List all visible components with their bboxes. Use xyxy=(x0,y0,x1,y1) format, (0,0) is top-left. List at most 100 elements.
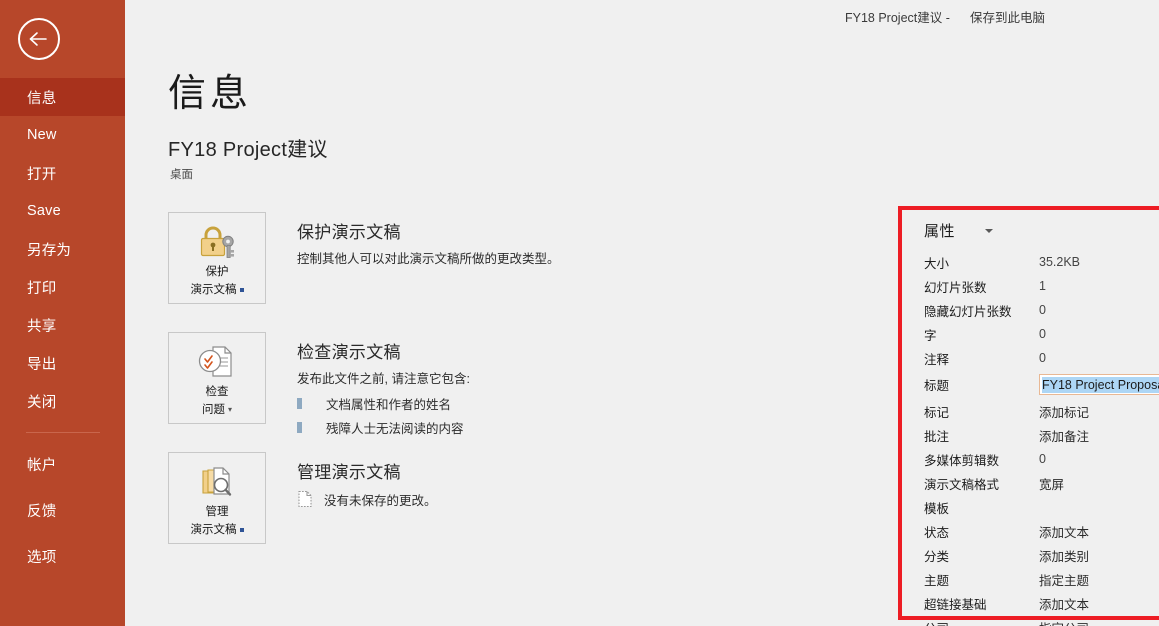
sidebar-item-share[interactable]: 共享 xyxy=(0,306,125,344)
protect-heading: 保护演示文稿 xyxy=(297,223,401,242)
sidebar-item-new[interactable]: New xyxy=(0,116,125,154)
property-row-categories: 分类 添加类别 xyxy=(924,543,1159,567)
sidebar-item-label: Save xyxy=(27,203,61,219)
inspect-button-label-line2: 问题 xyxy=(201,404,225,416)
property-row-company: 公司 指定公司 xyxy=(924,615,1159,626)
sidebar-item-label: 打印 xyxy=(27,280,57,297)
property-value-editable[interactable]: 添加文本 xyxy=(1039,594,1089,613)
property-value: 0 xyxy=(1039,327,1046,341)
property-row-notes: 注释 0 xyxy=(924,346,1159,370)
powerpoint-backstage-view: 信息 New 打开 Save 另存为 打印 共享 导出 关闭 帐户 反馈 选项 … xyxy=(0,0,1159,626)
property-value-editable[interactable]: 添加文本 xyxy=(1039,522,1089,541)
sidebar-item-label: 另存为 xyxy=(27,242,72,259)
property-label: 多媒体剪辑数 xyxy=(924,453,1000,468)
inspect-button-label-line2-row: 问题 ▾ xyxy=(202,402,232,418)
property-value-editable[interactable]: 指定主题 xyxy=(1039,570,1089,589)
sidebar-item-export[interactable]: 导出 xyxy=(0,344,125,382)
property-value-editable[interactable]: 添加标记 xyxy=(1039,402,1089,421)
dropdown-dot-icon[interactable] xyxy=(239,288,244,292)
manage-button-label-line2-row: 演示文稿 xyxy=(191,522,244,538)
property-row-words: 字 0 xyxy=(924,322,1159,346)
sidebar-item-label: 帐户 xyxy=(27,457,57,474)
topbar-save-location: 保存到此电脑 xyxy=(970,11,1046,25)
square-bullet-icon xyxy=(297,398,302,409)
protect-section-text: 保护演示文稿 控制其他人可以对此演示文稿所做的更改类型。 xyxy=(297,212,560,304)
manage-heading: 管理演示文稿 xyxy=(297,463,401,482)
page-title: 信息 xyxy=(168,73,253,115)
chevron-down-icon[interactable] xyxy=(985,228,994,233)
property-row-size: 大小 35.2KB xyxy=(924,250,1159,274)
properties-title: 属性 xyxy=(924,223,956,240)
protect-presentation-button[interactable]: 保护 演示文稿 xyxy=(168,212,266,304)
property-value: 0 xyxy=(1039,351,1046,365)
property-row-multimedia-clips: 多媒体剪辑数 0 xyxy=(924,447,1159,471)
property-value: 宽屏 xyxy=(1039,477,1065,492)
back-button[interactable] xyxy=(18,18,60,60)
protect-presentation-section: 保护 演示文稿 保护演示文稿 控制其他人可以对此演示文稿所做的更改类型。 xyxy=(168,212,560,304)
property-row-subject: 主题 指定主题 xyxy=(924,567,1159,591)
property-label: 幻灯片张数 xyxy=(924,280,987,295)
topbar-document-name: FY18 Project建议 - xyxy=(845,11,950,25)
properties-list: 属性 大小 35.2KB 幻灯片张数 1 隐藏幻灯片张数 0 字 0 注释 0 … xyxy=(902,210,1159,626)
inspect-description: 发布此文件之前, 请注意它包含: xyxy=(297,372,470,386)
property-value-editable[interactable]: 指定公司 xyxy=(1039,618,1089,626)
lock-and-key-icon xyxy=(195,222,239,262)
property-label: 主题 xyxy=(924,573,950,588)
chevron-down-icon[interactable]: ▾ xyxy=(228,406,232,414)
inspect-presentation-section: 检查 问题 ▾ 检查演示文稿 发布此文件之前, 请注意它包含: 文档属性和作者的… xyxy=(168,332,470,437)
sidebar-item-close[interactable]: 关闭 xyxy=(0,382,125,420)
document-path: 桌面 xyxy=(170,169,193,181)
property-row-status: 状态 添加文本 xyxy=(924,519,1159,543)
sidebar-item-info[interactable]: 信息 xyxy=(0,78,125,116)
inspect-bullet-item: 残障人士无法阅读的内容 xyxy=(297,418,470,437)
manage-button-label-line1: 管理 xyxy=(205,506,229,518)
sidebar-item-label: 共享 xyxy=(27,318,57,335)
property-value-editable[interactable]: 添加备注 xyxy=(1039,426,1089,445)
inspect-button-label-line1: 检查 xyxy=(205,386,229,398)
sidebar-item-print[interactable]: 打印 xyxy=(0,268,125,306)
sidebar-item-account[interactable]: 帐户 xyxy=(0,445,125,483)
title-input[interactable]: FY18 Project Proposal xyxy=(1039,374,1159,395)
property-value: 0 xyxy=(1039,303,1046,317)
dropdown-dot-icon[interactable] xyxy=(239,528,244,532)
title-input-value: FY18 Project Proposal xyxy=(1042,376,1159,393)
document-stack-search-icon xyxy=(195,462,239,502)
manage-status-row: 没有未保存的更改。 xyxy=(297,490,437,513)
backstage-sidebar: 信息 New 打开 Save 另存为 打印 共享 导出 关闭 帐户 反馈 选项 xyxy=(0,0,125,626)
protect-button-label-line1: 保护 xyxy=(205,266,229,278)
property-label: 超链接基础 xyxy=(924,597,987,612)
property-label: 演示文稿格式 xyxy=(924,477,1000,492)
check-for-issues-button[interactable]: 检查 问题 ▾ xyxy=(168,332,266,424)
sidebar-divider xyxy=(26,432,100,433)
property-label: 标记 xyxy=(924,405,950,420)
sidebar-item-feedback[interactable]: 反馈 xyxy=(0,491,125,529)
manage-presentation-section: 管理 演示文稿 管理演示文稿 没有未保存的更改。 xyxy=(168,452,437,544)
sidebar-item-label: New xyxy=(27,127,57,143)
sidebar-item-open[interactable]: 打开 xyxy=(0,154,125,192)
property-value-editable[interactable]: 添加类别 xyxy=(1039,546,1089,565)
topbar: FY18 Project建议 - 保存到此电脑 xyxy=(125,0,1159,30)
property-label: 隐藏幻灯片张数 xyxy=(924,304,1012,319)
property-label: 批注 xyxy=(924,429,950,444)
sidebar-item-label: 反馈 xyxy=(27,503,57,520)
sidebar-item-label: 关闭 xyxy=(27,394,57,411)
properties-header[interactable]: 属性 xyxy=(924,220,1159,241)
property-label: 状态 xyxy=(924,525,950,540)
property-value: 0 xyxy=(1039,452,1046,466)
property-label: 公司 xyxy=(924,618,1039,626)
sidebar-item-label: 导出 xyxy=(27,356,57,373)
property-value: 35.2KB xyxy=(1039,255,1081,269)
protect-description: 控制其他人可以对此演示文稿所做的更改类型。 xyxy=(297,252,560,266)
property-row-tags: 标记 添加标记 xyxy=(924,399,1159,423)
dashed-document-icon xyxy=(297,490,313,513)
manage-presentation-button[interactable]: 管理 演示文稿 xyxy=(168,452,266,544)
sidebar-item-save-as[interactable]: 另存为 xyxy=(0,230,125,268)
property-label: 注释 xyxy=(924,352,950,367)
sidebar-item-options[interactable]: 选项 xyxy=(0,537,125,575)
manage-section-text: 管理演示文稿 没有未保存的更改。 xyxy=(297,452,437,544)
back-arrow-icon xyxy=(28,31,50,47)
protect-button-label-line2: 演示文稿 xyxy=(190,284,237,296)
sidebar-item-save[interactable]: Save xyxy=(0,192,125,230)
properties-panel: 属性 大小 35.2KB 幻灯片张数 1 隐藏幻灯片张数 0 字 0 注释 0 … xyxy=(898,206,1159,626)
